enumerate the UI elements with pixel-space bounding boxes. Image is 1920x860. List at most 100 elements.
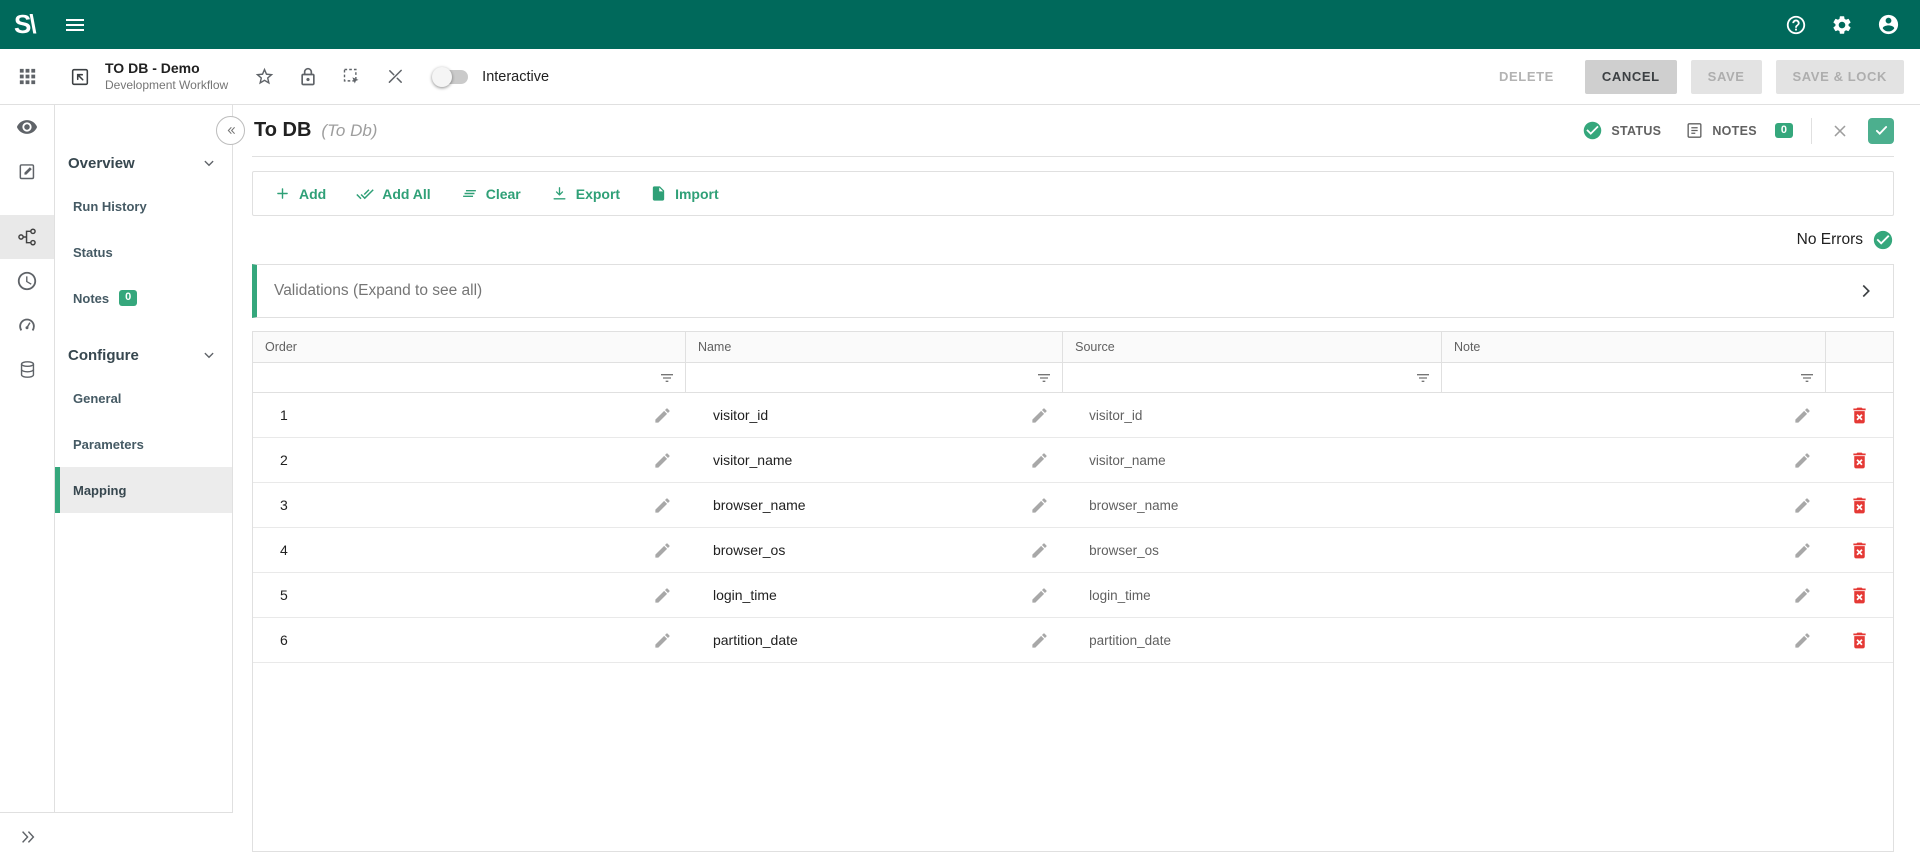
edit-name-icon[interactable] (1030, 496, 1063, 515)
edit-name-icon[interactable] (1030, 406, 1063, 425)
validations-label: Validations (Expand to see all) (274, 282, 482, 300)
delete-row-icon[interactable] (1849, 630, 1870, 651)
help-icon[interactable] (1785, 14, 1807, 36)
cell-source: partition_date (1063, 618, 1442, 662)
account-icon[interactable] (1877, 13, 1900, 36)
sidebar-item-label: Run History (73, 199, 147, 214)
sidebar-section-configure[interactable]: Configure (55, 335, 232, 375)
edit-order-icon[interactable] (653, 631, 686, 650)
delete-row-icon[interactable] (1849, 585, 1870, 606)
row-name-value: login_time (686, 587, 777, 603)
filter-note[interactable] (1442, 363, 1826, 392)
edit-note-icon[interactable] (1793, 631, 1826, 650)
save-button[interactable]: SAVE (1691, 60, 1762, 94)
save-lock-button[interactable]: SAVE & LOCK (1776, 60, 1904, 94)
select-area-icon[interactable] (341, 66, 362, 87)
import-button[interactable]: Import (635, 177, 734, 210)
edit-order-icon[interactable] (653, 451, 686, 470)
edit-name-icon[interactable] (1030, 586, 1063, 605)
cell-source: visitor_id (1063, 393, 1442, 437)
export-button[interactable]: Export (536, 177, 635, 210)
favorite-star-icon[interactable] (254, 66, 275, 87)
row-name-value: browser_os (686, 542, 785, 558)
action-label: Import (675, 186, 719, 202)
delete-button[interactable]: DELETE (1482, 60, 1571, 94)
validations-accordion[interactable]: Validations (Expand to see all) (252, 264, 1894, 318)
cell-name: partition_date (686, 618, 1063, 662)
pipeline-icon[interactable] (0, 215, 54, 259)
edit-note-icon[interactable] (1793, 496, 1826, 515)
sidebar-item-parameters[interactable]: Parameters (55, 421, 232, 467)
sidebar-item-label: General (73, 391, 121, 406)
gauge-glyph-icon (16, 314, 38, 336)
expand-panel-icon[interactable] (0, 827, 55, 847)
menu-icon[interactable] (63, 13, 87, 37)
delete-row-icon[interactable] (1849, 495, 1870, 516)
node-subtitle: (To Db) (321, 121, 377, 141)
cell-source: browser_os (1063, 528, 1442, 572)
column-header-order[interactable]: Order (253, 332, 686, 362)
sidebar-item-status[interactable]: Status (55, 229, 232, 275)
file-icon (650, 185, 667, 202)
history-icon[interactable] (0, 259, 54, 303)
interactive-toggle[interactable] (432, 67, 469, 87)
action-label: Add All (382, 186, 430, 202)
sidebar-section-overview[interactable]: Overview (55, 143, 232, 183)
close-icon[interactable] (1830, 121, 1850, 141)
status-button[interactable]: STATUS (1582, 120, 1661, 141)
filter-icon (659, 370, 675, 386)
workflow-tools (254, 66, 406, 87)
edit-icon[interactable] (0, 149, 54, 193)
visibility-icon[interactable] (0, 105, 54, 149)
settings-icon[interactable] (1831, 14, 1853, 36)
collapse-panel-button[interactable] (216, 116, 245, 145)
sidebar-item-run-history[interactable]: Run History (55, 183, 232, 229)
edit-order-icon[interactable] (653, 406, 686, 425)
cell-name: visitor_name (686, 438, 1063, 482)
clear-button[interactable]: Clear (446, 177, 536, 210)
icon-rail (0, 105, 55, 860)
sidebar: Overview Run History Status Notes 0 Conf… (55, 105, 233, 860)
column-header-source[interactable]: Source (1063, 332, 1442, 362)
database-icon[interactable] (0, 347, 54, 391)
double-chevron-left-icon (222, 122, 239, 139)
node-checkbox[interactable] (1868, 118, 1894, 144)
sidebar-item-mapping[interactable]: Mapping (55, 467, 232, 513)
edit-name-icon[interactable] (1030, 631, 1063, 650)
delete-row-icon[interactable] (1849, 450, 1870, 471)
sidebar-item-label: Parameters (73, 437, 144, 452)
edit-order-icon[interactable] (653, 541, 686, 560)
gauge-icon[interactable] (0, 303, 54, 347)
edit-name-icon[interactable] (1030, 541, 1063, 560)
sidebar-item-general[interactable]: General (55, 375, 232, 421)
column-header-name[interactable]: Name (686, 332, 1063, 362)
sidebar-item-notes[interactable]: Notes 0 (55, 275, 232, 321)
selection-icon (341, 66, 362, 87)
delete-row-icon[interactable] (1849, 405, 1870, 426)
no-errors-check-circle-icon (1872, 229, 1894, 251)
edit-note-icon[interactable] (1793, 541, 1826, 560)
lock-icon[interactable] (298, 67, 318, 87)
edit-note-icon[interactable] (1793, 451, 1826, 470)
filter-icon (1036, 370, 1052, 386)
cell-order: 5 (253, 573, 686, 617)
add-button[interactable]: Add (259, 177, 341, 210)
edit-note-icon[interactable] (1793, 586, 1826, 605)
no-errors-label: No Errors (1797, 231, 1863, 249)
column-header-note[interactable]: Note (1442, 332, 1826, 362)
edit-note-icon[interactable] (1793, 406, 1826, 425)
edit-name-icon[interactable] (1030, 451, 1063, 470)
cell-actions (1826, 573, 1893, 617)
apps-grid-icon[interactable] (16, 65, 39, 88)
edit-order-icon[interactable] (653, 496, 686, 515)
split-icon[interactable] (385, 66, 406, 87)
cancel-button[interactable]: CANCEL (1585, 60, 1677, 94)
notes-button[interactable]: NOTES 0 (1685, 121, 1793, 140)
add-all-button[interactable]: Add All (341, 177, 445, 211)
app-logo[interactable]: S\ (14, 9, 35, 40)
edit-order-icon[interactable] (653, 586, 686, 605)
filter-order[interactable] (253, 363, 686, 392)
filter-source[interactable] (1063, 363, 1442, 392)
filter-name[interactable] (686, 363, 1063, 392)
delete-row-icon[interactable] (1849, 540, 1870, 561)
